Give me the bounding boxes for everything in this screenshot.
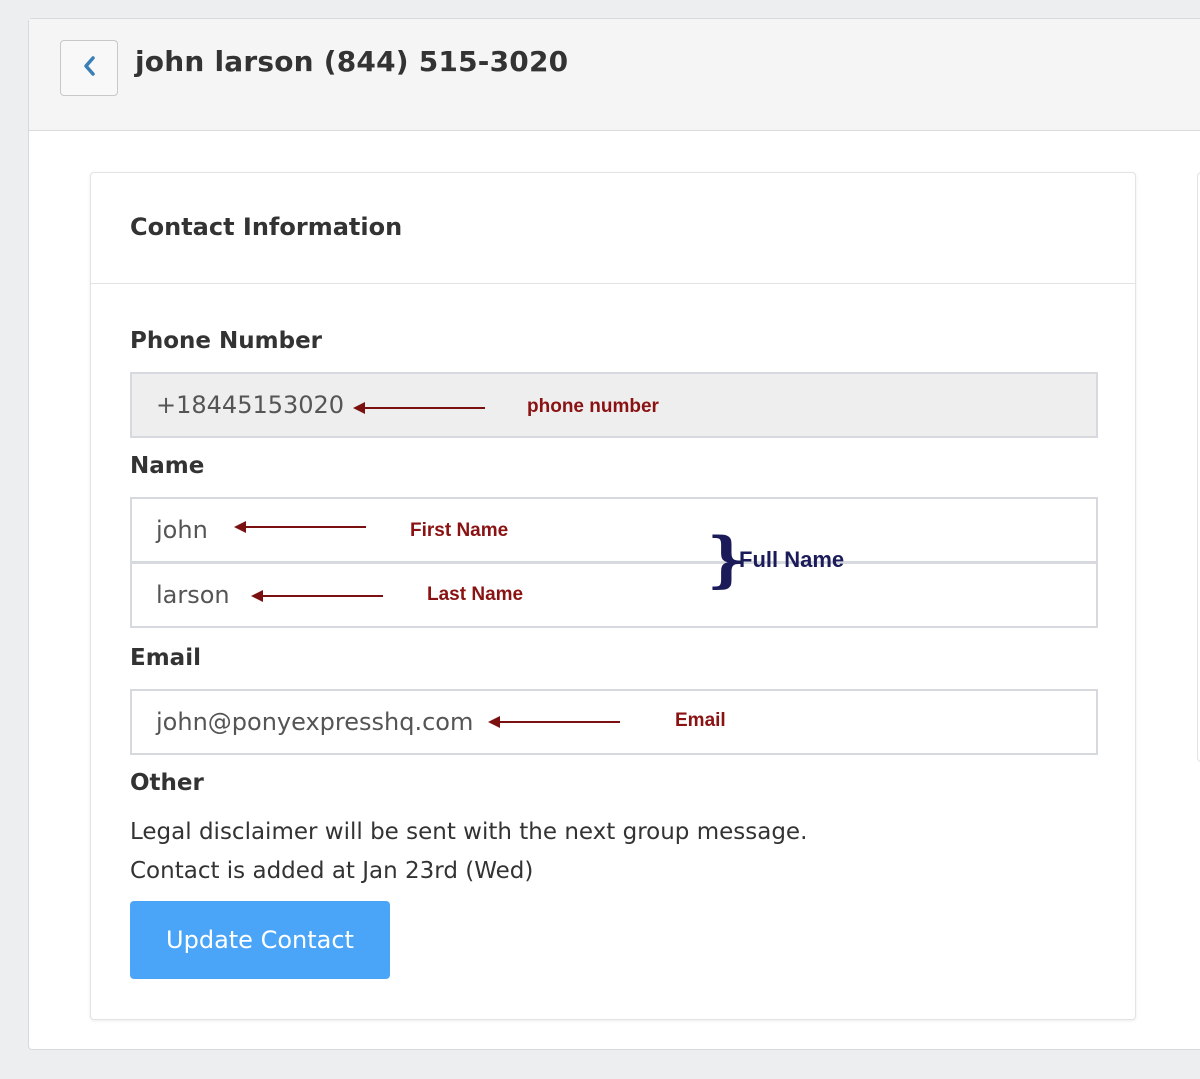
phone-value: +18445153020 [156,391,345,419]
name-label: Name [130,453,205,479]
phone-annotation-arrow [353,402,485,414]
contact-page: john larson (844) 515-3020 Contact Infor… [28,18,1200,1050]
last-name-value: larson [156,581,230,609]
contact-information-card: Contact Information Phone Number +184451… [90,172,1136,1020]
phone-label: Phone Number [130,328,323,354]
card-title: Contact Information [130,213,403,241]
email-annotation-arrow [488,716,620,728]
phone-annotation: phone number [527,396,659,417]
page-title: john larson (844) 515-3020 [135,45,569,78]
email-annotation: Email [675,710,726,731]
card-header: Contact Information [91,173,1135,284]
update-contact-button[interactable]: Update Contact [130,901,390,979]
disclaimer-text: Legal disclaimer will be sent with the n… [130,819,808,845]
added-date-text: Contact is added at Jan 23rd (Wed) [130,858,534,884]
back-button[interactable] [60,40,118,96]
page-header: john larson (844) 515-3020 [29,19,1200,131]
first-name-annotation: First Name [410,520,509,541]
last-name-annotation: Last Name [427,584,524,605]
full-name-annotation: Full Name [739,547,845,572]
email-value: john@ponyexpresshq.com [156,708,474,736]
email-label: Email [130,645,201,671]
last-name-annotation-arrow [251,590,383,602]
first-name-annotation-arrow [234,521,366,533]
first-name-field[interactable]: john [130,497,1098,563]
chevron-left-icon [82,55,96,81]
other-label: Other [130,770,204,796]
first-name-value: john [156,516,208,544]
